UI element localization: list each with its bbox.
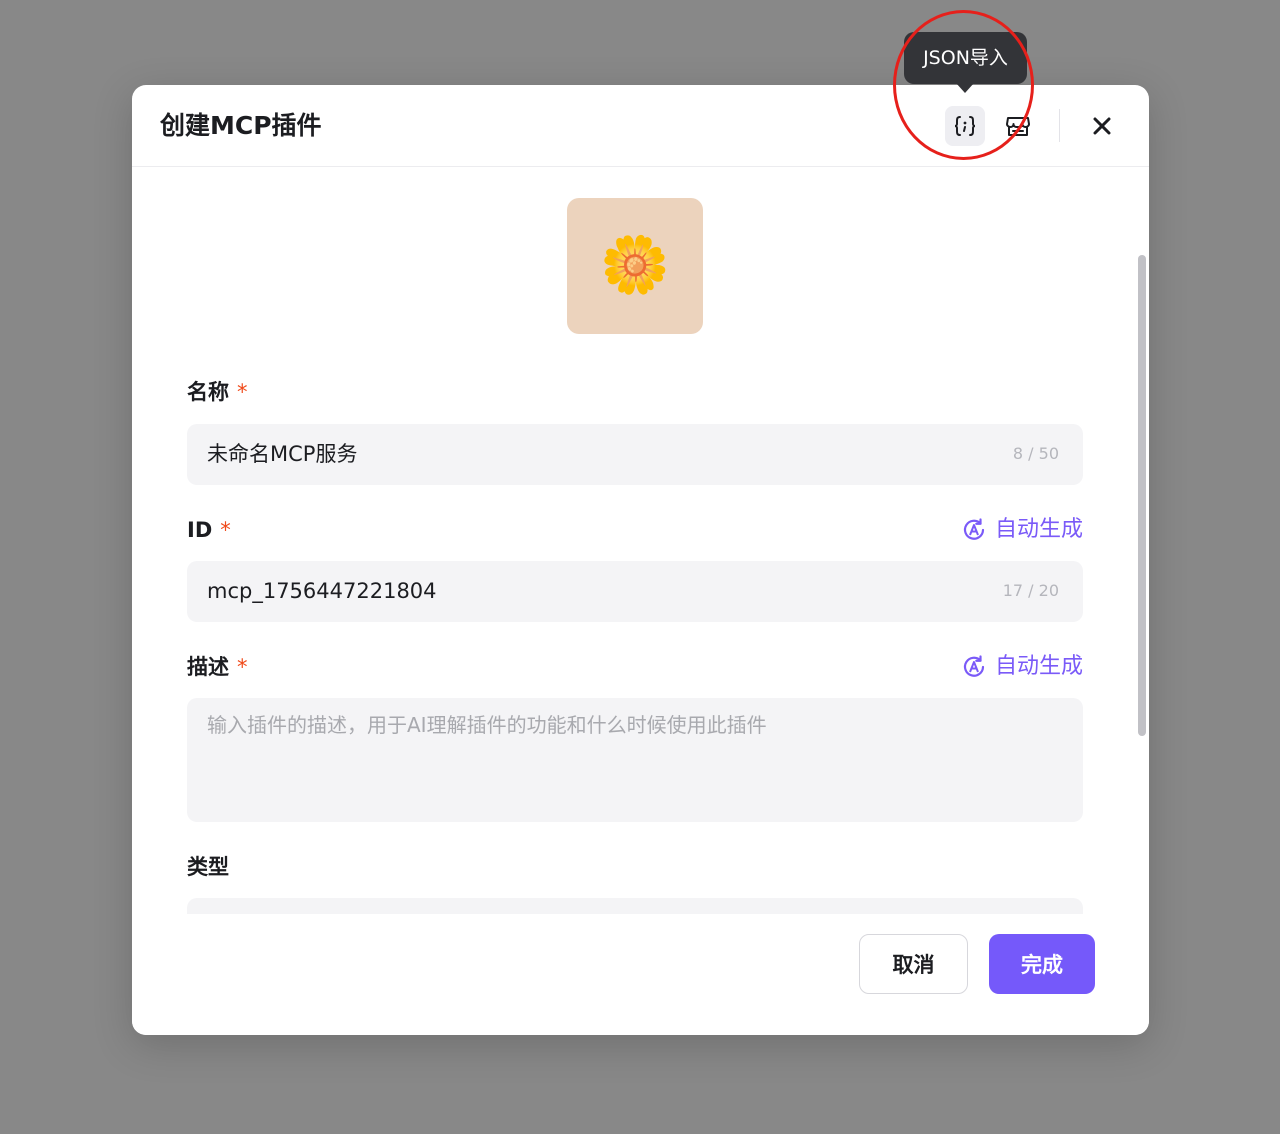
scrollbar-thumb[interactable] (1138, 255, 1146, 736)
plugin-store-button[interactable] (998, 106, 1038, 146)
name-value[interactable]: 未命名MCP服务 (207, 440, 357, 468)
id-input[interactable]: mcp_1756447221804 17 / 20 (187, 561, 1083, 622)
description-textarea[interactable]: 输入插件的描述，用于AI理解插件的功能和什么时候使用此插件 (187, 698, 1083, 822)
close-button[interactable] (1082, 106, 1122, 146)
header-divider (1059, 109, 1060, 142)
tooltip-arrow (956, 83, 974, 93)
id-value[interactable]: mcp_1756447221804 (207, 577, 437, 605)
dialog-footer: 取消 完成 (132, 914, 1149, 1035)
json-import-tooltip: JSON导入 (904, 32, 1027, 84)
name-input[interactable]: 未命名MCP服务 8 / 50 (187, 424, 1083, 485)
done-button[interactable]: 完成 (989, 934, 1095, 994)
ai-generate-icon (963, 518, 985, 540)
required-mark: * (237, 380, 248, 404)
name-label: 名称 * (187, 380, 248, 404)
plugin-avatar[interactable]: 🌼 (567, 198, 703, 334)
create-mcp-plugin-dialog: 创建MCP插件 🌼 名称 * 未命名MCP服务 8 / 50 ID * 自动生成… (132, 85, 1149, 1035)
ai-generate-icon (963, 655, 985, 677)
type-label: 类型 (187, 855, 229, 879)
dialog-header: 创建MCP插件 (132, 85, 1149, 167)
json-import-button[interactable] (945, 106, 985, 146)
description-autogen-label: 自动生成 (994, 654, 1083, 679)
required-mark: * (237, 655, 248, 679)
name-counter: 8 / 50 (1012, 444, 1059, 463)
dialog-title: 创建MCP插件 (160, 111, 322, 140)
id-counter: 17 / 20 (1002, 581, 1059, 600)
id-autogen-label: 自动生成 (994, 517, 1083, 542)
id-autogen-button[interactable]: 自动生成 (961, 516, 1083, 544)
required-mark: * (220, 518, 231, 542)
cancel-button[interactable]: 取消 (859, 934, 968, 994)
close-icon (1093, 117, 1111, 135)
flower-emoji-icon: 🌼 (600, 233, 670, 298)
description-autogen-button[interactable]: 自动生成 (961, 653, 1083, 681)
dialog-body: 🌼 名称 * 未命名MCP服务 8 / 50 ID * 自动生成 mcp_17564… (132, 168, 1149, 914)
description-placeholder: 输入插件的描述，用于AI理解插件的功能和什么时候使用此插件 (207, 713, 767, 737)
id-label: ID * (187, 518, 231, 542)
type-selector[interactable] (187, 898, 1083, 914)
json-braces-icon (954, 116, 976, 136)
store-icon (1006, 117, 1030, 136)
description-label: 描述 * (187, 655, 248, 679)
